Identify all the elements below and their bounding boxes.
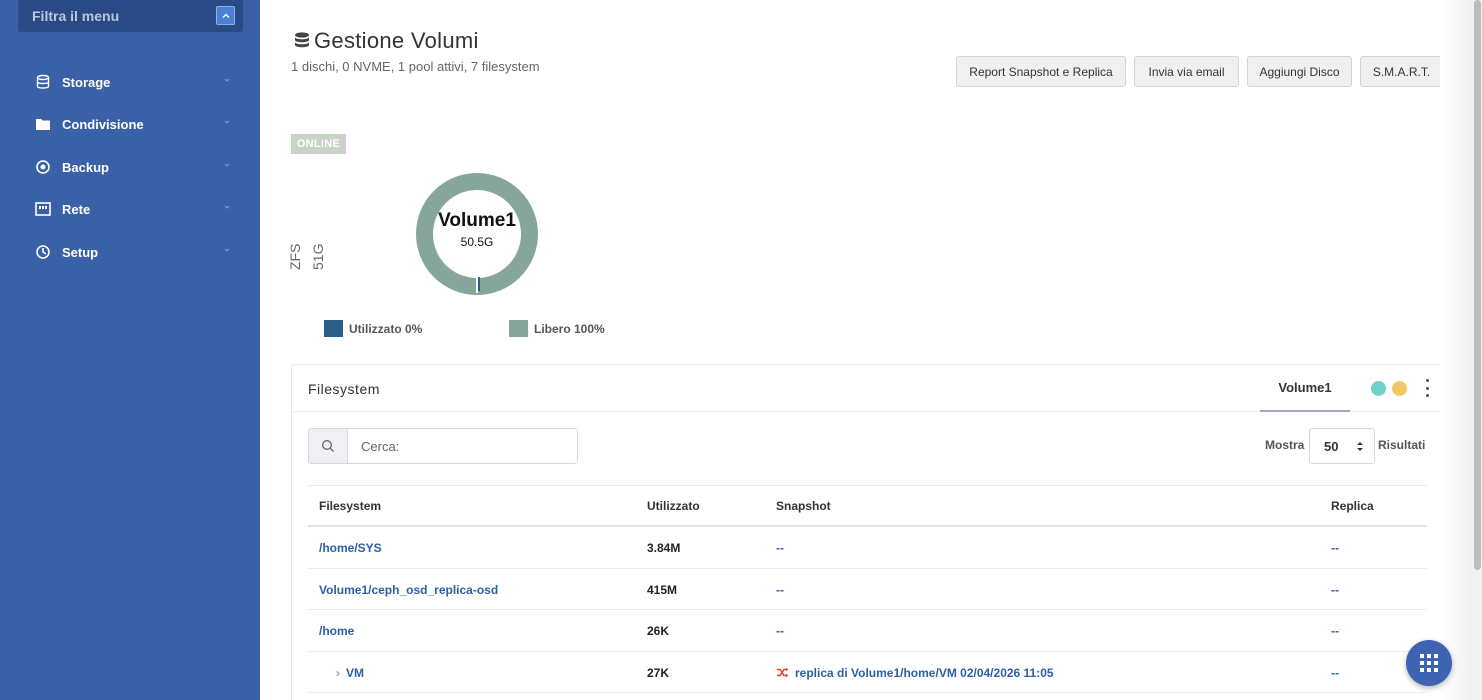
table-row: /home/SYS 3.84M -- --: [308, 527, 1427, 569]
column-filesystem[interactable]: Filesystem: [319, 499, 381, 513]
snapshot-value[interactable]: --: [776, 541, 784, 555]
filesystem-link[interactable]: › VM: [336, 666, 364, 680]
page-size-value: 50: [1324, 438, 1339, 454]
used-value: 415M: [647, 582, 678, 597]
replica-value[interactable]: --: [1331, 666, 1339, 680]
legend-used: Utilizzato 0%: [324, 320, 422, 337]
chevron-up-icon: [222, 13, 229, 18]
column-snapshot[interactable]: Snapshot: [776, 499, 831, 513]
pool-size-label: 51G: [310, 243, 326, 270]
status-dot-teal: [1371, 381, 1386, 396]
panel-title: Filesystem: [308, 381, 380, 397]
search-icon: [322, 440, 334, 452]
backup-icon: [34, 158, 52, 176]
legend-free-label: Libero 100%: [534, 321, 605, 336]
scrollbar-thumb[interactable]: [1474, 0, 1481, 570]
legend-used-label: Utilizzato 0%: [349, 321, 423, 336]
replica-value[interactable]: --: [1331, 624, 1339, 638]
network-icon: [34, 200, 52, 218]
donut-free-segment: [416, 173, 538, 295]
sort-arrows-icon: [1357, 442, 1363, 451]
chevron-down-icon: [224, 163, 230, 167]
sidebar: Filtra il menu Storage Condivisione Back…: [0, 0, 260, 700]
chevron-down-icon: [224, 248, 230, 252]
status-badge: ONLINE: [291, 134, 346, 154]
collapse-menu-button[interactable]: [216, 6, 235, 25]
sidebar-item-storage[interactable]: Storage: [34, 70, 234, 94]
sidebar-item-condivisione[interactable]: Condivisione: [34, 112, 234, 136]
main-content: Gestione Volumi 1 dischi, 0 NVME, 1 pool…: [260, 0, 1470, 700]
donut-pool-capacity: 50.5G: [460, 235, 494, 249]
sidebar-item-label: Backup: [62, 159, 109, 175]
search-button[interactable]: [309, 429, 348, 463]
tab-volume1[interactable]: Volume1: [1260, 365, 1350, 412]
snapshot-text: replica di Volume1/home/VM 02/04/2026 11…: [795, 665, 1054, 680]
table-row: › VM 27K replica di Volume1/home/VM 02/04…: [308, 652, 1427, 693]
filesystem-link[interactable]: Volume1/ceph_osd_replica-osd: [319, 583, 498, 597]
replica-value[interactable]: --: [1331, 583, 1339, 597]
donut-pool-name: Volume1: [438, 210, 516, 231]
snapshot-link[interactable]: replica di Volume1/home/VM 02/04/2026 11…: [776, 666, 1054, 680]
snapshot-value[interactable]: --: [776, 624, 784, 638]
page-size-label: Mostra: [1265, 438, 1305, 452]
grid-icon: [1420, 654, 1438, 672]
sidebar-item-setup[interactable]: Setup: [34, 240, 234, 264]
more-options-icon[interactable]: [1424, 379, 1430, 397]
table-header: Filesystem Utilizzato Snapshot Replica: [308, 485, 1427, 527]
pool-usage-donut[interactable]: [415, 172, 539, 296]
filesystem-table: Filesystem Utilizzato Snapshot Replica /…: [308, 485, 1427, 693]
filesystem-panel: Filesystem Volume1 Mostra 50 Risultati F…: [291, 364, 1444, 700]
used-value: 26K: [647, 624, 670, 638]
search-box: [308, 428, 578, 464]
panel-header: Filesystem Volume1: [292, 365, 1443, 412]
report-snapshot-replica-button[interactable]: Report Snapshot e Replica: [956, 56, 1126, 87]
replica-value[interactable]: --: [1331, 541, 1339, 555]
menu-filter[interactable]: Filtra il menu: [18, 0, 243, 32]
add-disk-button[interactable]: Aggiungi Disco: [1247, 56, 1352, 87]
search-input[interactable]: [348, 429, 577, 463]
page-size-select[interactable]: 50: [1309, 428, 1375, 464]
page-title-text: Gestione Volumi: [314, 28, 479, 53]
sidebar-item-rete[interactable]: Rete: [34, 197, 234, 221]
send-email-button[interactable]: Invia via email: [1134, 56, 1239, 87]
results-label: Risultati: [1378, 438, 1426, 452]
page-title: Gestione Volumi: [293, 28, 479, 54]
chevron-right-icon[interactable]: ›: [336, 666, 340, 680]
sidebar-item-label: Storage: [62, 74, 111, 90]
page-subtitle: 1 dischi, 0 NVME, 1 pool attivi, 7 files…: [291, 59, 540, 74]
legend-free-swatch: [509, 320, 528, 337]
used-value: 3.84M: [647, 541, 681, 555]
column-replica[interactable]: Replica: [1331, 499, 1374, 513]
status-dot-yellow: [1392, 381, 1407, 396]
apps-menu-button[interactable]: [1406, 640, 1452, 686]
table-row: Volume1/ceph_osd_replica-osd 415M -- --: [308, 569, 1427, 610]
database-icon: [295, 32, 309, 48]
filesystem-name: VM: [346, 665, 364, 680]
filesystem-link[interactable]: /home: [319, 624, 354, 638]
setup-icon: [34, 243, 52, 261]
sidebar-item-label: Setup: [62, 244, 99, 260]
folder-icon: [34, 115, 52, 133]
legend-used-swatch: [324, 320, 343, 337]
sidebar-item-label: Condivisione: [62, 116, 144, 132]
sidebar-item-label: Rete: [62, 201, 91, 217]
donut-inner-ring: [433, 190, 521, 278]
shuffle-icon: [777, 667, 789, 677]
used-value: 27K: [647, 665, 670, 680]
sidebar-item-backup[interactable]: Backup: [34, 155, 234, 179]
table-row: /home 26K -- --: [308, 610, 1427, 652]
database-icon: [34, 73, 52, 91]
snapshot-value[interactable]: --: [776, 583, 784, 597]
chevron-down-icon: [224, 78, 230, 82]
column-used[interactable]: Utilizzato: [647, 499, 700, 513]
chevron-down-icon: [224, 205, 230, 209]
pool-type-label: ZFS: [287, 243, 303, 270]
legend-free: Libero 100%: [509, 320, 605, 337]
menu-filter-label: Filtra il menu: [32, 8, 120, 24]
filesystem-link[interactable]: /home/SYS: [319, 541, 382, 555]
smart-button[interactable]: S.M.A.R.T.: [1360, 56, 1443, 87]
chevron-down-icon: [224, 120, 230, 124]
